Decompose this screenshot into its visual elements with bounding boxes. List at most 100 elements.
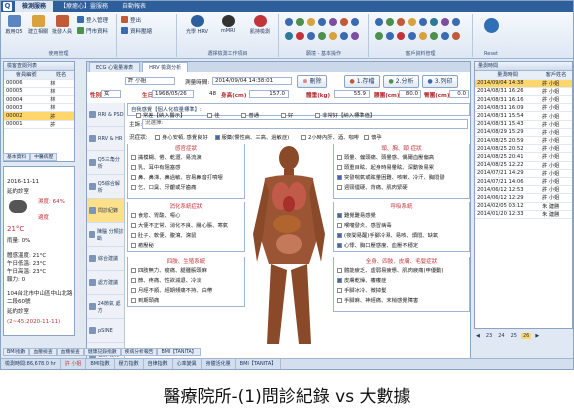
table-row[interactable]: 2014/09/04 14:38 許 小姐 [475,79,572,88]
client-op-icon[interactable] [452,18,460,26]
compress-data-button[interactable]: 資料壓縮 [121,27,152,36]
table-row[interactable]: 2014/08/31 16:26 許 小姐 [475,87,572,97]
symptom-checkbox[interactable]: 到期頭痛 [131,296,159,304]
symptom-checkbox[interactable]: 四肢無力、痠痛、腿腫脹頭麻 [131,266,207,274]
client-op-icon[interactable] [375,32,383,40]
pager-page[interactable]: 25 [509,333,519,339]
client-op-icon[interactable] [430,18,438,26]
basic-op-icon[interactable] [318,18,326,26]
symptom-checkbox[interactable]: 週頸僵硬、背痛、肌肉緊硬 [337,183,408,191]
pager-page[interactable]: 26 [520,333,532,339]
pager-next-icon[interactable]: ▶ [533,333,541,339]
table-row[interactable]: 00001 許 [4,120,74,129]
logout-button[interactable]: 登出 [121,16,141,25]
analysis-nav-item[interactable]: RRI & PSD [87,103,124,127]
tab-reports[interactable]: 自動報表 [115,1,153,12]
bottom-tab[interactable]: 健康記錄指數 [83,348,121,356]
symptom-checkbox[interactable]: 節、疼痛、性欲減退、冷淡 [131,276,202,284]
analysis-nav-item[interactable]: 問診紀錄 [87,199,124,223]
condition-option[interactable]: 懷孕 [364,135,382,141]
symptom-checkbox[interactable]: 手腳麻、神經痛、末梢感覺障害 [337,296,418,304]
symptom-checkbox[interactable]: 大便不正常、消化不良、腸心脹、寒氣 [131,221,228,229]
table-row[interactable]: 2014/08/31 15:54 許 小姐 [475,111,572,121]
symptom-checkbox[interactable]: 突發喘氣或眩暈困難、咳嗽、冷汗、胸悶發 [337,173,445,181]
table-row[interactable]: 00003 林 [4,103,74,113]
staff-button[interactable]: 批發人員 [51,15,73,35]
symptom-checkbox[interactable]: 食慾、胃酸、噁心 [131,211,180,219]
table-row[interactable]: 2014/06/12 12:29 許 小姐 [475,193,572,203]
analysis-nav-item[interactable]: 綜合建議 [87,247,124,271]
height-input[interactable]: 157.0 [249,90,289,98]
tab-ecg[interactable]: ECG 心電量導表 [89,62,141,72]
condition-option[interactable]: 服藥(慢性病、三高、過敏症) [214,135,289,141]
client-op-icon[interactable] [397,32,405,40]
client-op-icon[interactable] [397,18,405,26]
table-row[interactable]: 2014/08/25 20:59 許 小姐 [475,136,572,146]
tab-detection[interactable]: 檢測服務 [15,1,54,12]
delete-button[interactable]: ⊗ 刪除 [297,75,327,88]
tab-hrv[interactable]: HRV 檢測分析 [142,62,189,72]
table-row[interactable]: 00006 林 [4,79,74,88]
symptom-checkbox[interactable]: 心悸、胸口壓感度、血壓不穩定 [337,241,418,249]
analysis-nav-item[interactable]: 24節氣 處方 [87,295,124,319]
pager-page[interactable]: 24 [496,333,506,339]
symptom-checkbox[interactable]: 體能疲乏、虛弱易疲憊、肌肉疲痛(申優動) [337,266,443,274]
client-op-icon[interactable] [408,18,416,26]
basic-op-icon[interactable] [329,18,337,26]
basic-op-icon[interactable] [329,32,337,40]
pager-page[interactable]: 23 [484,333,494,339]
table-row[interactable]: 2014/08/29 15:29 許 小姐 [475,128,572,138]
basic-op-icon[interactable] [307,32,315,40]
tab-basic-info[interactable]: 基本資料 [3,153,31,161]
table-row[interactable]: 00005 林 [4,87,74,97]
bottom-tab[interactable]: BMI指數 [3,348,30,356]
basic-op-icon[interactable] [340,18,348,26]
tab-tcm-record[interactable]: 中醫病歷 [30,153,58,161]
symptom-checkbox[interactable]: 肚子、軟便、腹瀉、瀉鼠 [131,231,196,239]
client-op-icon[interactable] [408,32,416,40]
table-row[interactable]: 00004 林 [4,95,74,105]
symptom-checkbox[interactable]: 識模糊、倦、乾澀、易流淚 [131,153,202,161]
client-op-icon[interactable] [386,18,394,26]
pager-first-icon[interactable]: ◀ [474,333,482,339]
table-row[interactable]: 2014/06/12 12:53 許 小姐 [475,185,572,195]
mmri-button[interactable]: mMRI [215,15,241,34]
bottom-tab[interactable]: 血壓檢查 [29,348,57,356]
client-op-icon[interactable] [441,18,449,26]
client-name-select[interactable]: 許 小姐 [125,77,175,85]
client-op-icon[interactable] [452,32,460,40]
basic-op-icon[interactable] [285,18,293,26]
print-button[interactable]: ● 3.列印 [422,75,458,88]
analysis-nav-item[interactable]: pSINE [87,319,124,343]
symptom-checkbox[interactable]: 頭重目眩、起身時易暈眩、深動後易累 [337,163,434,171]
symptom-checkbox[interactable]: 鼻、鼻涕、鼻過敏、容易鼻音打噴嚏 [131,173,223,181]
symptom-checkbox[interactable]: 癒壓秘 [131,241,154,249]
muscle-test-button[interactable]: 肌持檢測 [245,15,275,35]
client-op-icon[interactable] [419,32,427,40]
basic-op-icon[interactable] [351,18,359,26]
table-row[interactable]: 2014/02/05 03:12 朱 建勝 [475,202,572,211]
birth-input[interactable]: 1968/05/26 [152,90,194,98]
col-member-name[interactable]: 姓名 [48,71,74,80]
reset-button[interactable] [480,18,502,34]
analysis-nav-item[interactable]: 陳腦 分類診斷 [87,223,124,247]
table-row[interactable]: 2014/01/20 12:33 朱 建勝 [475,210,572,219]
symptom-checkbox[interactable]: 頭暈、偏頭痛、頭暈感、偶爾血壓偏高 [337,153,434,161]
bottom-tab[interactable]: 疾病分析報告 [120,348,158,356]
table-row[interactable]: 2014/08/31 15:43 許 小姐 [475,120,572,129]
table-row[interactable]: 2014/08/31 16:16 許 小姐 [475,95,572,105]
enable-q5-button[interactable]: 啟用Q5 [3,15,25,35]
basic-op-icon[interactable] [285,32,293,40]
table-row[interactable]: 2014/08/25 20:52 許 小姐 [475,144,572,154]
basic-op-icon[interactable] [296,32,304,40]
table-row[interactable]: 2014/08/31 16:09 許 小姐 [475,103,572,113]
save-button[interactable]: ● 1.存檔 [344,75,380,88]
symptom-checkbox[interactable]: 手腳冰冷、微掉髮 [337,286,386,294]
table-row[interactable]: 2014/07/21 14:29 許 小姐 [475,169,572,178]
analysis-nav-item[interactable]: RRV & HR [87,127,124,151]
table-row[interactable]: 00002 許 [4,111,74,121]
client-op-icon[interactable] [419,18,427,26]
waist-input[interactable]: 80.0 [399,90,421,98]
table-row[interactable]: 2014/08/25 12:22 許 小姐 [475,161,572,170]
hip-input[interactable]: 0.0 [449,90,469,98]
